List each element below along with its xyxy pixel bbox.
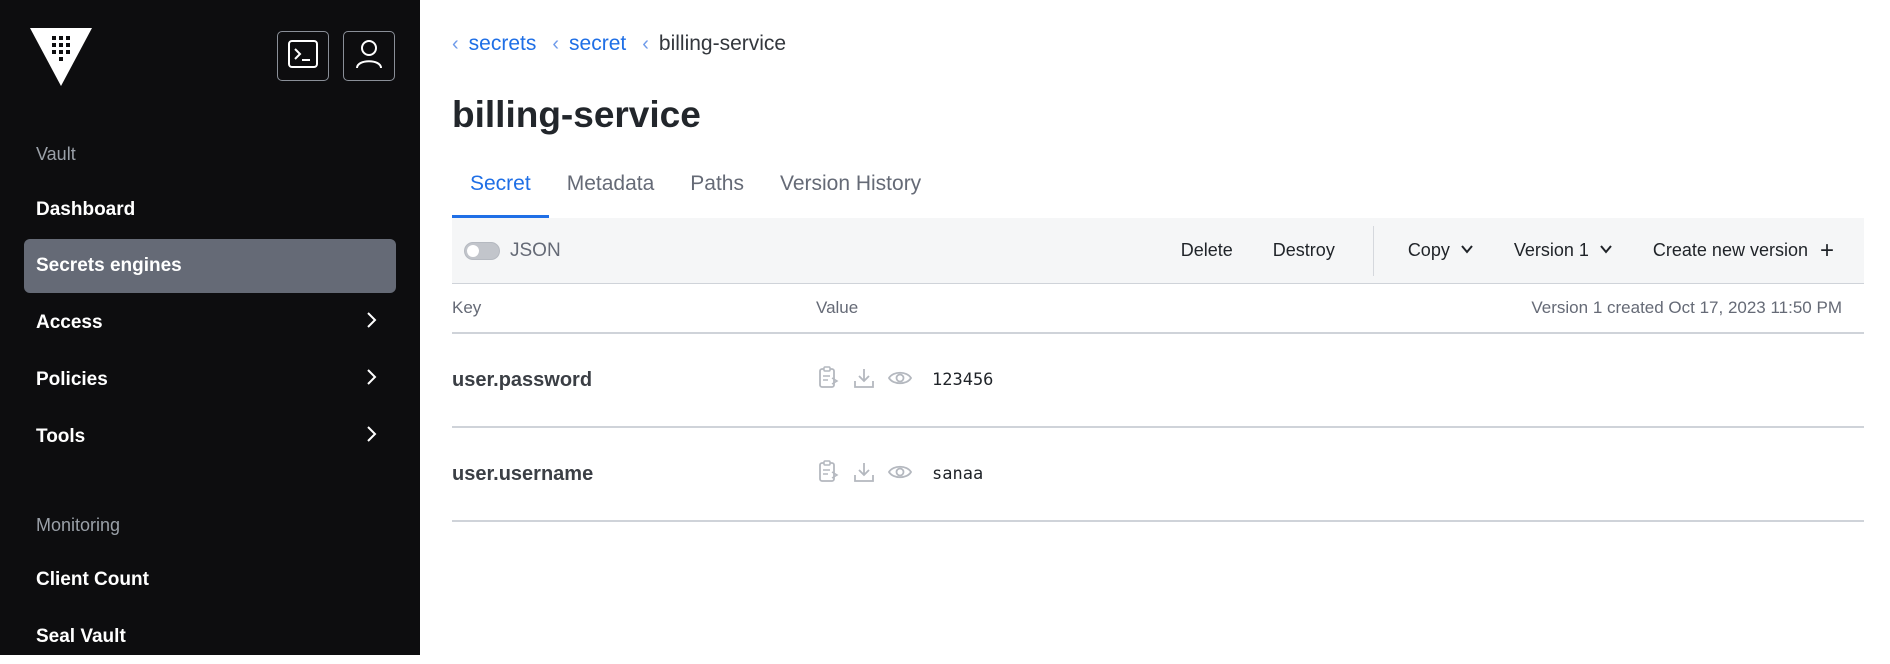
sidebar-item-secrets-engines[interactable]: Secrets engines <box>24 239 396 293</box>
tab-metadata[interactable]: Metadata <box>549 162 673 208</box>
destroy-button[interactable]: Destroy <box>1253 240 1359 261</box>
delete-label: Delete <box>1180 240 1233 260</box>
sidebar: Vault Dashboard Secrets engines Access P… <box>0 0 420 655</box>
sidebar-item-policies[interactable]: Policies <box>24 353 396 407</box>
destroy-label: Destroy <box>1272 240 1335 260</box>
chevron-down-icon <box>1589 240 1613 261</box>
chevron-left-icon: ‹ <box>642 32 649 55</box>
sidebar-item-dashboard[interactable]: Dashboard <box>24 183 396 237</box>
json-toggle-label: JSON <box>510 239 561 261</box>
version-dropdown-button[interactable]: Version 1 <box>1494 240 1633 261</box>
sidebar-item-label: Secrets engines <box>36 255 182 276</box>
chevron-right-icon <box>362 311 380 335</box>
breadcrumb-item-secret: ‹ secret <box>552 32 626 56</box>
eye-icon[interactable] <box>887 366 913 395</box>
sidebar-item-label: Dashboard <box>36 199 136 220</box>
copy-label: Copy <box>1407 240 1450 260</box>
toolbar-divider <box>1372 225 1374 276</box>
terminal-icon <box>288 39 318 73</box>
sidebar-item-label: Seal Vault <box>36 626 126 647</box>
chevron-right-icon <box>362 368 380 392</box>
chevron-left-icon: ‹ <box>452 32 459 55</box>
tab-paths[interactable]: Paths <box>672 162 762 208</box>
chevron-right-icon <box>362 425 380 449</box>
secret-value: sanaa <box>932 464 984 484</box>
table-header: Key Value Version 1 created Oct 17, 2023… <box>452 284 1864 334</box>
section-label-monitoring: Monitoring <box>36 515 121 535</box>
secret-key: user.username <box>452 462 594 485</box>
row-actions <box>816 459 913 489</box>
sidebar-item-client-count[interactable]: Client Count <box>24 553 396 607</box>
eye-icon[interactable] <box>887 460 913 489</box>
breadcrumb-current: billing-service <box>658 32 787 55</box>
tab-version-history[interactable]: Version History <box>762 162 939 208</box>
breadcrumb-item-current: ‹ billing-service <box>642 32 786 56</box>
delete-button[interactable]: Delete <box>1161 240 1253 261</box>
sidebar-item-access[interactable]: Access <box>24 296 396 350</box>
json-toggle[interactable]: JSON <box>464 240 561 262</box>
sidebar-item-seal-vault[interactable]: Seal Vault <box>24 610 396 664</box>
page-title: billing-service <box>452 94 701 135</box>
tab-secret[interactable]: Secret <box>452 162 549 218</box>
sidebar-item-label: Tools <box>36 426 86 447</box>
copy-icon[interactable] <box>816 365 840 395</box>
secret-value: 123456 <box>932 370 994 390</box>
table-row: user.password 123456 <box>452 334 1864 428</box>
row-actions <box>816 365 913 395</box>
sidebar-item-label: Client Count <box>36 569 149 590</box>
download-icon[interactable] <box>852 460 876 489</box>
vault-logo-icon[interactable] <box>30 28 92 86</box>
copy-dropdown-button[interactable]: Copy <box>1388 240 1494 261</box>
create-label: Create new version <box>1652 240 1808 260</box>
sidebar-item-label: Policies <box>36 369 108 390</box>
breadcrumb-item-secrets: ‹ secrets <box>452 32 536 56</box>
user-menu-button[interactable] <box>343 31 395 81</box>
section-label-vault: Vault <box>36 144 76 164</box>
plus-icon: + <box>1819 236 1834 264</box>
version-label: Version 1 <box>1513 240 1589 260</box>
toggle-switch[interactable] <box>464 241 500 260</box>
secret-toolbar: JSON Delete Destroy Copy Version 1 Creat… <box>452 218 1864 284</box>
column-header-key: Key <box>452 298 482 317</box>
breadcrumb-link-secrets[interactable]: secrets <box>469 32 537 56</box>
user-icon <box>355 39 383 74</box>
breadcrumb: ‹ secrets ‹ secret ‹ billing-service <box>452 32 802 56</box>
main-content: ‹ secrets ‹ secret ‹ billing-service bil… <box>420 0 1890 655</box>
console-button[interactable] <box>277 31 329 81</box>
chevron-left-icon: ‹ <box>552 32 560 55</box>
copy-icon[interactable] <box>816 459 840 489</box>
tab-bar: Secret Metadata Paths Version History <box>452 162 1864 219</box>
create-new-version-button[interactable]: Create new version + <box>1633 236 1864 264</box>
breadcrumb-link-secret[interactable]: secret <box>569 32 626 56</box>
sidebar-item-tools[interactable]: Tools <box>24 410 396 464</box>
secret-key: user.password <box>452 368 593 391</box>
version-created-info: Version 1 created Oct 17, 2023 11:50 PM <box>1531 298 1842 317</box>
column-header-value: Value <box>816 298 859 317</box>
table-row: user.username sanaa <box>452 428 1864 522</box>
sidebar-item-label: Access <box>36 312 103 333</box>
download-icon[interactable] <box>852 366 876 395</box>
chevron-down-icon <box>1450 240 1474 261</box>
